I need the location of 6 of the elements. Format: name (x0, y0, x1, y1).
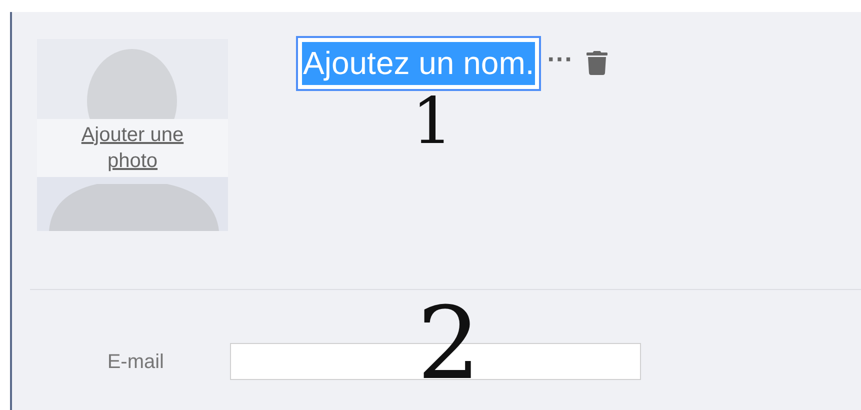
field-label: E-mail (106, 350, 165, 374)
handwritten-number: 1 (412, 90, 453, 154)
trash-icon[interactable] (585, 51, 610, 75)
more-button[interactable]: ··· (547, 44, 574, 74)
name-input[interactable]: Ajoutez un nom. (296, 36, 542, 91)
handwritten-number: 2 (417, 294, 481, 394)
